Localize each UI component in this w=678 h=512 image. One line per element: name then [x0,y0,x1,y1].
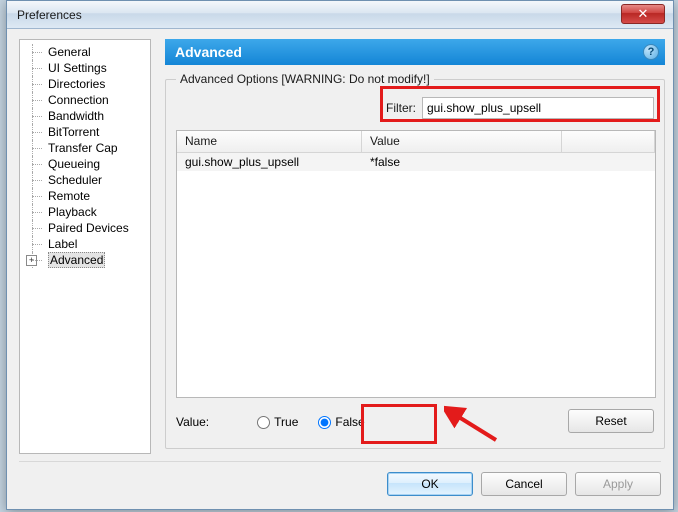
nav-item-remote[interactable]: Remote [24,188,146,204]
section-header: Advanced ? [165,39,665,65]
radio-false-label: False [335,415,364,429]
cell-name: gui.show_plus_upsell [177,154,362,170]
radio-false-input[interactable] [318,416,331,429]
filter-input[interactable] [422,97,654,119]
table-header: Name Value [177,131,655,153]
preferences-dialog: Preferences ✕ General UI Settings Direct… [6,0,674,510]
advanced-options-group: Advanced Options [WARNING: Do not modify… [165,79,665,449]
value-editor-row: Value: True False Reset [176,408,654,436]
col-header-name[interactable]: Name [177,131,362,152]
window-title: Preferences [17,8,82,22]
nav-item-bandwidth[interactable]: Bandwidth [24,108,146,124]
help-icon[interactable]: ? [643,44,659,60]
cancel-button[interactable]: Cancel [481,472,567,496]
titlebar[interactable]: Preferences ✕ [7,1,673,29]
reset-button[interactable]: Reset [568,409,654,433]
radio-true[interactable]: True [251,411,308,433]
filter-label: Filter: [386,101,416,115]
table-row[interactable]: gui.show_plus_upsell *false [177,153,655,171]
nav-item-playback[interactable]: Playback [24,204,146,220]
dialog-body: General UI Settings Directories Connecti… [7,29,673,509]
close-icon[interactable]: ✕ [621,4,665,24]
nav-item-directories[interactable]: Directories [24,76,146,92]
nav-item-ui-settings[interactable]: UI Settings [24,60,146,76]
nav-item-advanced[interactable]: + Advanced [24,252,146,268]
expand-icon[interactable]: + [26,255,37,266]
nav-item-scheduler[interactable]: Scheduler [24,172,146,188]
nav-item-transfer-cap[interactable]: Transfer Cap [24,140,146,156]
radio-true-label: True [274,415,298,429]
nav-item-general[interactable]: General [24,44,146,60]
nav-item-label[interactable]: Label [24,236,146,252]
cell-value: *false [362,154,562,170]
group-label: Advanced Options [WARNING: Do not modify… [176,72,434,86]
options-table[interactable]: Name Value gui.show_plus_upsell *false [176,130,656,398]
nav-item-connection[interactable]: Connection [24,92,146,108]
radio-false[interactable]: False [312,411,374,433]
filter-row: Filter: [386,94,654,122]
ok-button[interactable]: OK [387,472,473,496]
section-title: Advanced [175,44,242,60]
col-header-spacer [562,131,655,152]
col-header-value[interactable]: Value [362,131,562,152]
radio-true-input[interactable] [257,416,270,429]
value-label: Value: [176,415,209,429]
nav-item-bittorrent[interactable]: BitTorrent [24,124,146,140]
nav-item-paired-devices[interactable]: Paired Devices [24,220,146,236]
settings-panel: Advanced ? Advanced Options [WARNING: Do… [165,39,665,454]
dialog-button-row: OK Cancel Apply [19,461,661,497]
apply-button[interactable]: Apply [575,472,661,496]
nav-item-queueing[interactable]: Queueing [24,156,146,172]
nav-tree[interactable]: General UI Settings Directories Connecti… [19,39,151,454]
